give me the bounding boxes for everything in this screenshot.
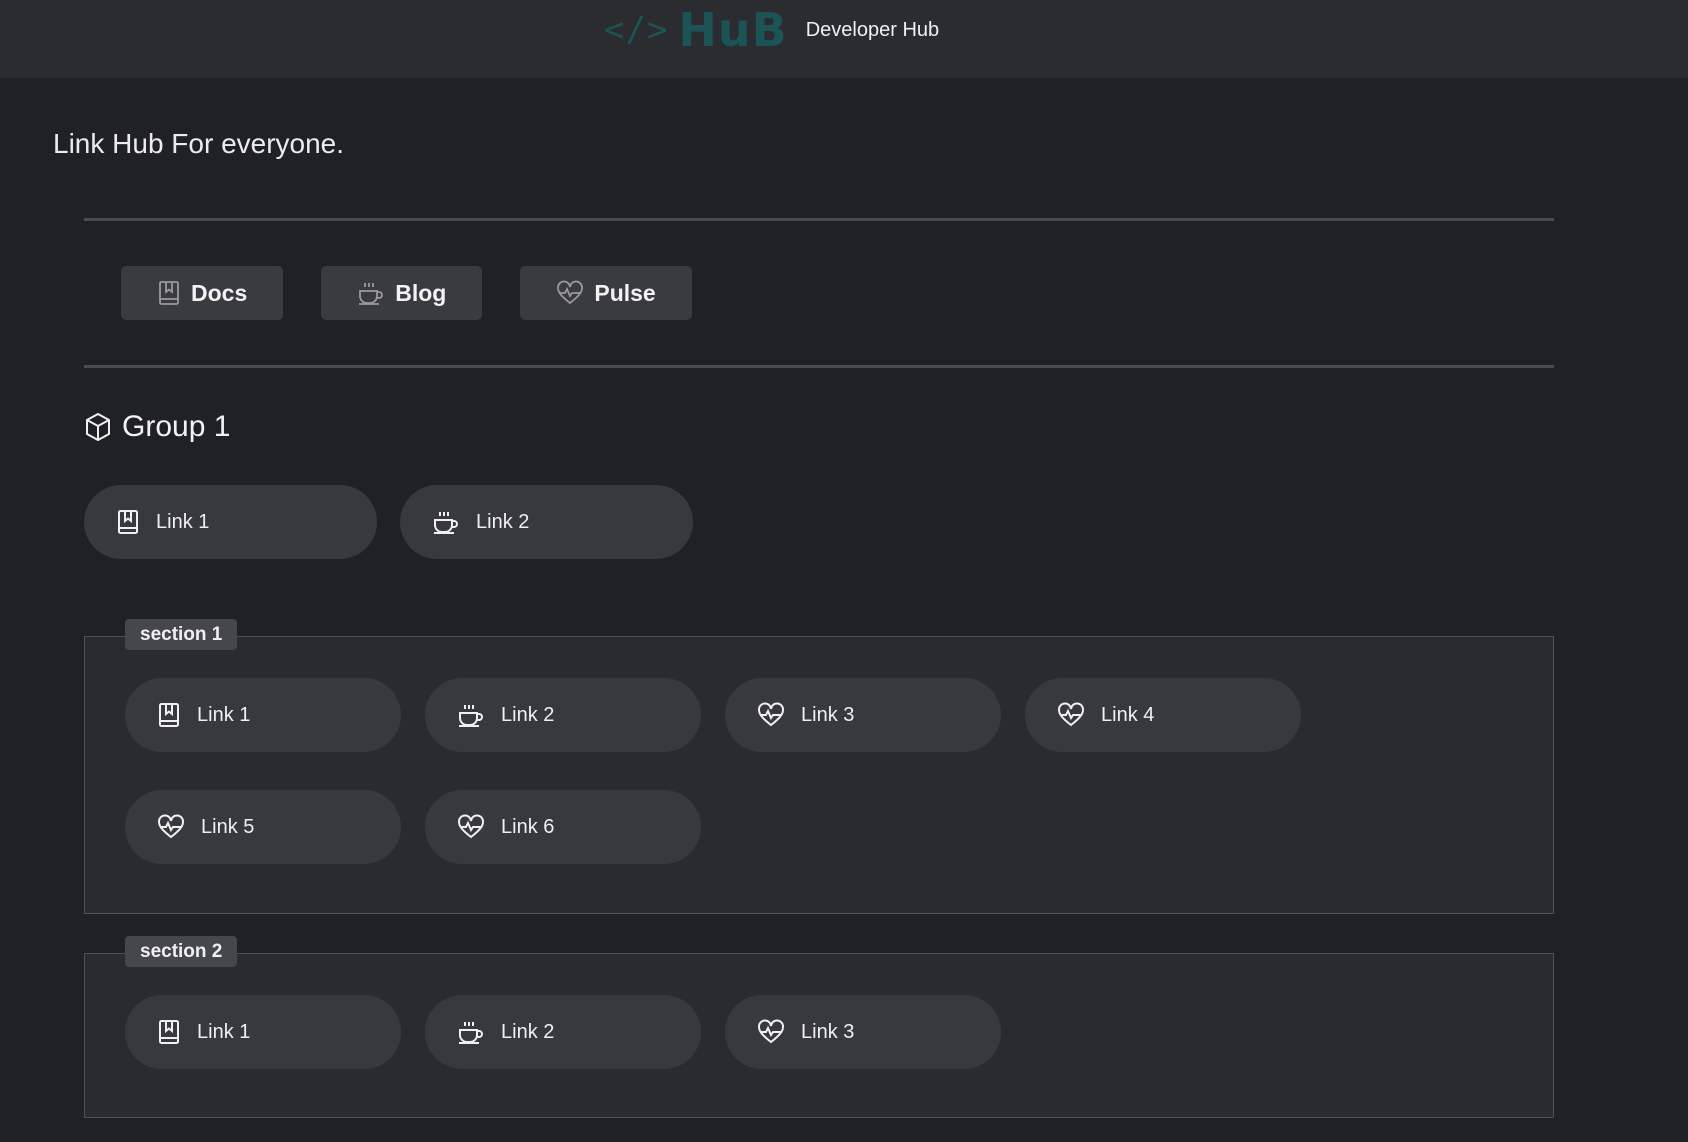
docs-label: Docs <box>191 279 248 306</box>
coffee-cup-icon <box>457 702 485 728</box>
blog-label: Blog <box>395 279 447 306</box>
book-icon <box>157 702 181 728</box>
group-heading: Group 1 <box>84 410 230 444</box>
section-2-link-3[interactable]: Link 3 <box>725 995 1001 1069</box>
logo-wordmark: HuB <box>678 3 788 57</box>
section-1-link-1[interactable]: Link 1 <box>125 678 401 752</box>
link-label: Link 3 <box>801 703 855 726</box>
divider-bottom <box>84 365 1554 368</box>
section-label: section 1 <box>125 619 238 650</box>
pulse-button[interactable]: Pulse <box>520 266 692 320</box>
heart-pulse-icon <box>757 1019 785 1045</box>
link-label: Link 6 <box>501 815 555 838</box>
group-link-1[interactable]: Link 1 <box>84 485 377 559</box>
link-label: Link 2 <box>476 510 530 533</box>
link-label: Link 3 <box>801 1020 855 1043</box>
group-title: Group 1 <box>122 410 231 443</box>
code-brackets-icon: </> <box>604 10 669 50</box>
section-2-link-1[interactable]: Link 1 <box>125 995 401 1069</box>
link-label: Link 5 <box>201 815 255 838</box>
link-label: Link 1 <box>197 703 251 726</box>
coffee-cup-icon <box>432 509 460 535</box>
book-icon <box>157 1019 181 1045</box>
tagline: Link Hub For everyone. <box>53 128 345 159</box>
section-2-link-2[interactable]: Link 2 <box>425 995 701 1069</box>
section-1-link-2[interactable]: Link 2 <box>425 678 701 752</box>
heart-pulse-icon <box>1057 702 1085 728</box>
brand[interactable]: </> HuB Developer Hub <box>604 0 939 60</box>
link-label: Link 1 <box>197 1020 251 1043</box>
heart-pulse-icon <box>556 280 584 306</box>
top-bar: </> HuB Developer Hub <box>0 0 1688 78</box>
divider-top <box>84 218 1554 221</box>
link-label: Link 4 <box>1101 703 1155 726</box>
docs-button[interactable]: Docs <box>121 266 284 320</box>
site-title: Developer Hub <box>805 18 940 41</box>
link-label: Link 1 <box>156 510 210 533</box>
section-1-link-6[interactable]: Link 6 <box>425 790 701 864</box>
section-1-link-3[interactable]: Link 3 <box>725 678 1001 752</box>
link-label: Link 2 <box>501 703 555 726</box>
section-1-link-5[interactable]: Link 5 <box>125 790 401 864</box>
heart-pulse-icon <box>457 814 485 840</box>
quick-nav: Docs Blog Pulse <box>121 266 692 320</box>
section-label: section 2 <box>125 936 238 967</box>
logo[interactable]: </> HuB <box>604 7 788 53</box>
coffee-cup-icon <box>357 280 385 306</box>
group-link-2[interactable]: Link 2 <box>400 485 693 559</box>
heart-pulse-icon <box>157 814 185 840</box>
link-label: Link 2 <box>501 1020 555 1043</box>
box-icon <box>84 412 112 442</box>
heart-pulse-icon <box>757 702 785 728</box>
pulse-label: Pulse <box>594 279 656 306</box>
book-icon <box>157 280 181 306</box>
coffee-cup-icon <box>457 1019 485 1045</box>
section-1-link-4[interactable]: Link 4 <box>1025 678 1301 752</box>
book-icon <box>116 509 140 535</box>
blog-button[interactable]: Blog <box>321 266 483 320</box>
